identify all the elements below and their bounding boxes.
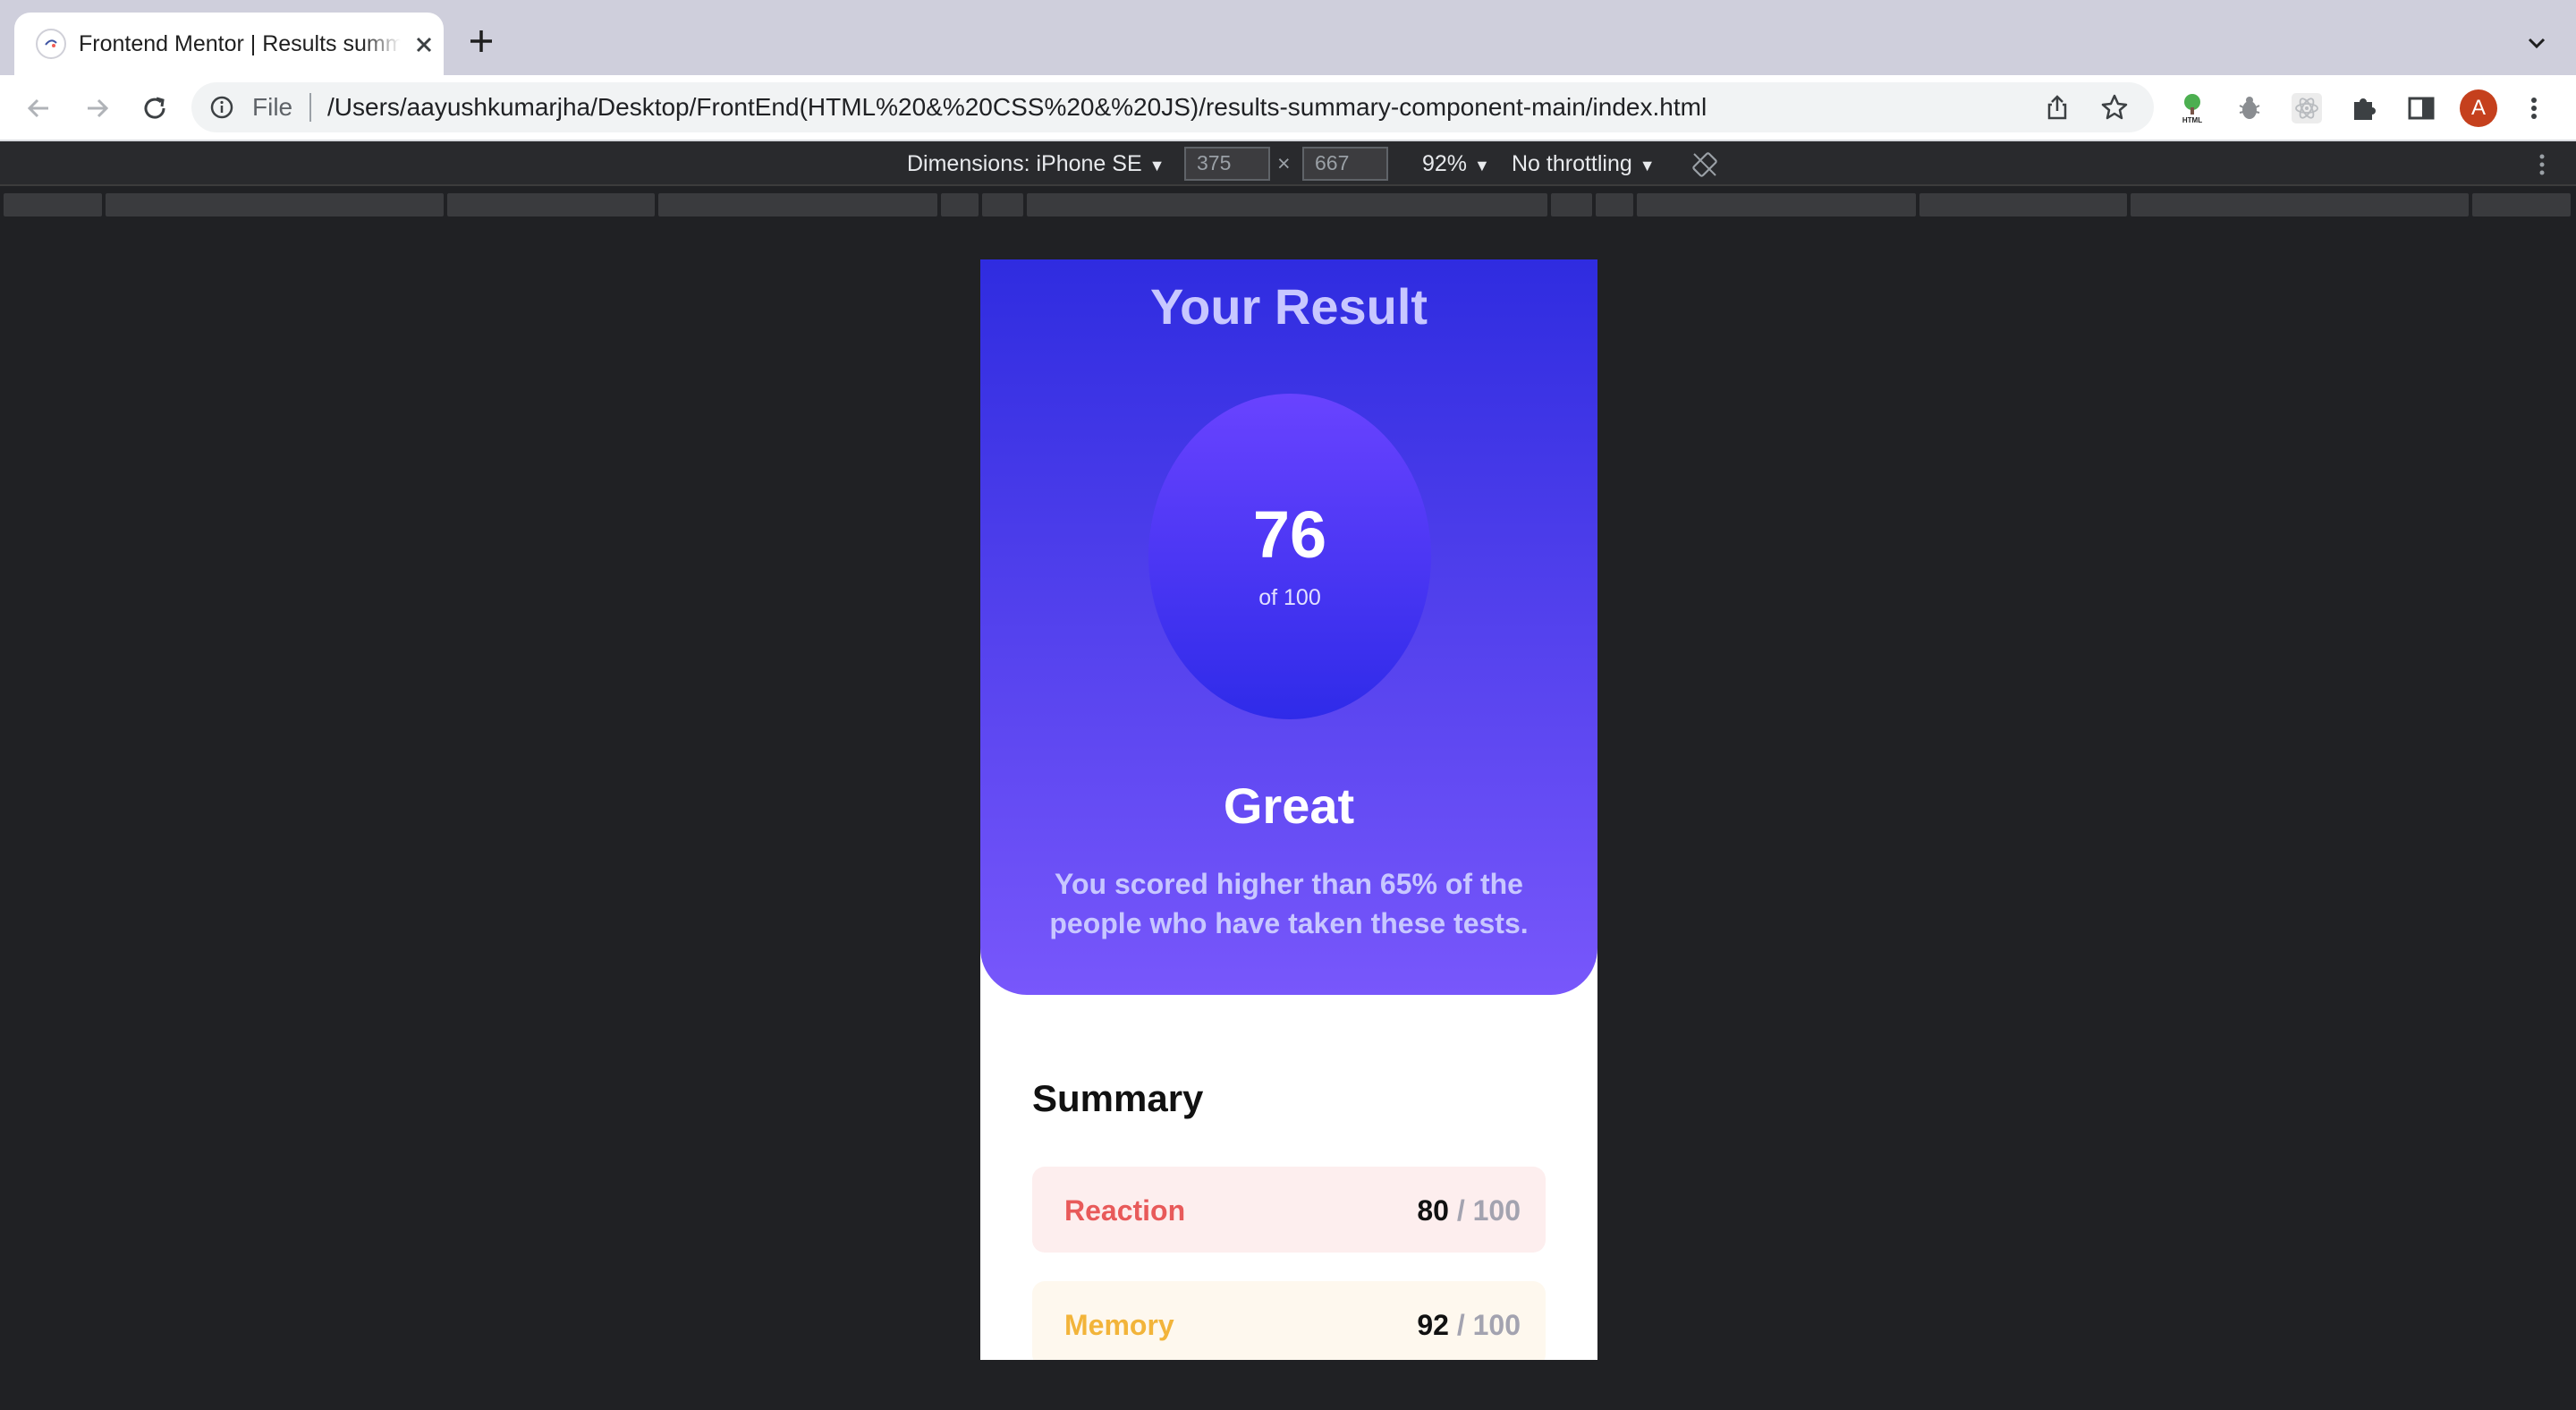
omnibox-divider (309, 93, 311, 122)
summary-row-reaction: Reaction 80 / 100 (1032, 1167, 1546, 1253)
url-text[interactable]: /Users/aayushkumarjha/Desktop/FrontEnd(H… (327, 91, 1707, 123)
forward-arrow-icon[interactable] (80, 91, 114, 125)
dimension-separator: × (1277, 151, 1291, 176)
media-query-segment[interactable] (1551, 193, 1592, 217)
summary-row-score: 92 / 100 (1417, 1308, 1521, 1342)
chevron-down-icon[interactable] (2524, 30, 2549, 55)
reload-icon[interactable] (138, 91, 172, 125)
more-vertical-icon[interactable] (2522, 91, 2546, 125)
media-query-segment[interactable] (941, 193, 979, 217)
profile-avatar[interactable]: A (2460, 89, 2497, 127)
tab-strip: Frontend Mentor | Results summary compon… (0, 0, 2576, 75)
summary-heading: Summary (1032, 1077, 1204, 1119)
media-query-segment[interactable] (982, 193, 1023, 217)
summary-row-value: 92 (1417, 1309, 1449, 1341)
media-query-segment[interactable] (2472, 193, 2571, 217)
caret-down-icon: ▼ (1148, 157, 1165, 174)
browser-tab[interactable]: Frontend Mentor | Results summary compon… (14, 13, 444, 75)
svg-text:HTML: HTML (2182, 116, 2202, 124)
share-icon[interactable] (2043, 93, 2072, 122)
react-icon[interactable] (2290, 91, 2324, 125)
media-query-bar (0, 190, 2576, 220)
result-card: Your Result 76 of 100 Great You scored h… (980, 259, 1597, 995)
media-query-segment[interactable] (106, 193, 444, 217)
score-value: 76 (1252, 497, 1327, 572)
tab-title: Frontend Mentor | Results summary compon… (79, 31, 401, 56)
media-query-segment[interactable] (2131, 193, 2469, 217)
rating-title: Great (1223, 777, 1355, 834)
zoom-dropdown[interactable]: 92% ▼ (1422, 150, 1490, 179)
emulated-viewport: Your Result 76 of 100 Great You scored h… (980, 259, 1597, 1360)
media-query-segment[interactable] (4, 193, 102, 217)
throttling-label: No throttling (1512, 151, 1632, 176)
media-query-segment[interactable] (1637, 193, 1916, 217)
browser-toolbar: File /Users/aayushkumarjha/Desktop/Front… (0, 75, 2576, 141)
summary-row-max: / 100 (1456, 1194, 1521, 1227)
bug-icon[interactable] (2233, 91, 2267, 125)
media-query-segment[interactable] (658, 193, 937, 217)
url-scheme-label: File (252, 93, 293, 121)
address-bar[interactable]: File /Users/aayushkumarjha/Desktop/Front… (191, 82, 2154, 132)
score-circle: 76 of 100 (1148, 394, 1431, 719)
summary-row-max: / 100 (1456, 1309, 1521, 1341)
media-query-segment[interactable] (1027, 193, 1547, 217)
back-arrow-icon[interactable] (21, 91, 55, 125)
caret-down-icon: ▼ (1474, 157, 1490, 174)
close-icon[interactable] (411, 32, 436, 57)
dimensions-dropdown[interactable]: Dimensions: iPhone SE ▼ (907, 150, 1165, 179)
device-toolbar: Dimensions: iPhone SE ▼ 375 × 667 92% ▼ No… (0, 141, 2576, 186)
side-panel-icon[interactable] (2404, 91, 2438, 125)
summary-row-label: Reaction (1064, 1194, 1186, 1227)
rating-description: You scored higher than 65% of the people… (1049, 868, 1529, 939)
zoom-label: 92% (1422, 151, 1468, 176)
rotate-icon[interactable] (1690, 150, 1719, 179)
info-icon[interactable] (209, 95, 234, 120)
score-total: of 100 (1258, 585, 1321, 610)
summary-row-label: Memory (1064, 1309, 1174, 1341)
height-input[interactable]: 667 (1302, 147, 1388, 181)
media-query-segment[interactable] (447, 193, 655, 217)
summary-row-memory: Memory 92 / 100 (1032, 1281, 1546, 1360)
throttling-dropdown[interactable]: No throttling ▼ (1512, 150, 1656, 179)
media-query-segment[interactable] (1919, 193, 2127, 217)
html-tree-icon[interactable]: HTML (2175, 91, 2209, 125)
summary-row-value: 80 (1417, 1194, 1449, 1227)
dimensions-label: Dimensions: iPhone SE (907, 151, 1142, 176)
result-heading: Your Result (1149, 278, 1428, 335)
bookmark-star-icon[interactable] (2100, 93, 2129, 122)
caret-down-icon: ▼ (1639, 157, 1656, 174)
puzzle-icon[interactable] (2347, 91, 2381, 125)
width-input[interactable]: 375 (1184, 147, 1270, 181)
media-query-segment[interactable] (1596, 193, 1633, 217)
frontend-mentor-favicon-icon (36, 29, 66, 59)
summary-row-score: 80 / 100 (1417, 1193, 1521, 1227)
new-tab-plus-icon[interactable] (465, 25, 497, 57)
more-vertical-icon[interactable] (2533, 152, 2551, 177)
